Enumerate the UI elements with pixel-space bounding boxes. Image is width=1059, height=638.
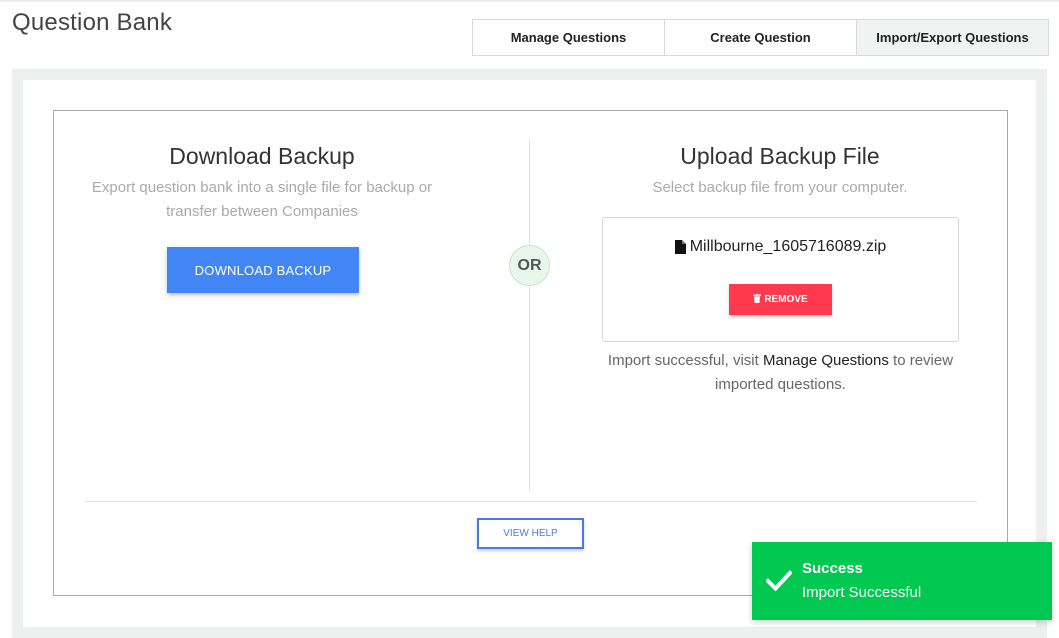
tab-bar: Manage Questions Create Question Import/…	[472, 19, 1049, 56]
import-message-prefix: Import successful, visit	[607, 352, 763, 369]
remove-label: REMOVE	[764, 294, 808, 305]
or-badge: OR	[509, 245, 550, 286]
download-backup-button[interactable]: DOWNLOAD BACKUP	[167, 247, 359, 293]
tab-import-export-questions[interactable]: Import/Export Questions	[857, 20, 1048, 55]
download-section: Download Backup Export question bank int…	[54, 140, 470, 224]
tab-create-question[interactable]: Create Question	[665, 20, 857, 55]
page-title: Question Bank	[12, 9, 173, 36]
toast-message: Import Successful	[802, 584, 922, 601]
top-border	[0, 0, 1059, 2]
upload-description: Select backup file from your computer.	[652, 179, 908, 196]
upload-title: Upload Backup File	[680, 143, 880, 169]
file-name: Millbourne_1605716089.zip	[689, 238, 887, 255]
view-help-button[interactable]: VIEW HELP	[477, 518, 584, 549]
upload-section: Upload Backup File Select backup file fr…	[571, 140, 989, 200]
remove-file-button[interactable]: REMOVE	[729, 284, 832, 315]
import-status-message: Import successful, visit Manage Question…	[602, 349, 959, 397]
uploaded-file: Millbourne_1605716089.zip	[603, 238, 958, 256]
download-title: Download Backup	[169, 143, 355, 169]
check-icon	[765, 570, 793, 592]
file-icon	[674, 240, 686, 254]
trash-icon	[753, 293, 762, 306]
vertical-divider	[529, 140, 530, 491]
toast-title: Success	[802, 560, 863, 577]
horizontal-divider	[85, 501, 977, 502]
tab-manage-questions[interactable]: Manage Questions	[473, 20, 665, 55]
uploaded-file-card: Millbourne_1605716089.zip REMOVE	[602, 217, 959, 342]
manage-questions-link[interactable]: Manage Questions	[763, 352, 889, 369]
download-description: Export question bank into a single file …	[91, 179, 433, 220]
success-toast[interactable]: Success Import Successful	[752, 542, 1052, 620]
